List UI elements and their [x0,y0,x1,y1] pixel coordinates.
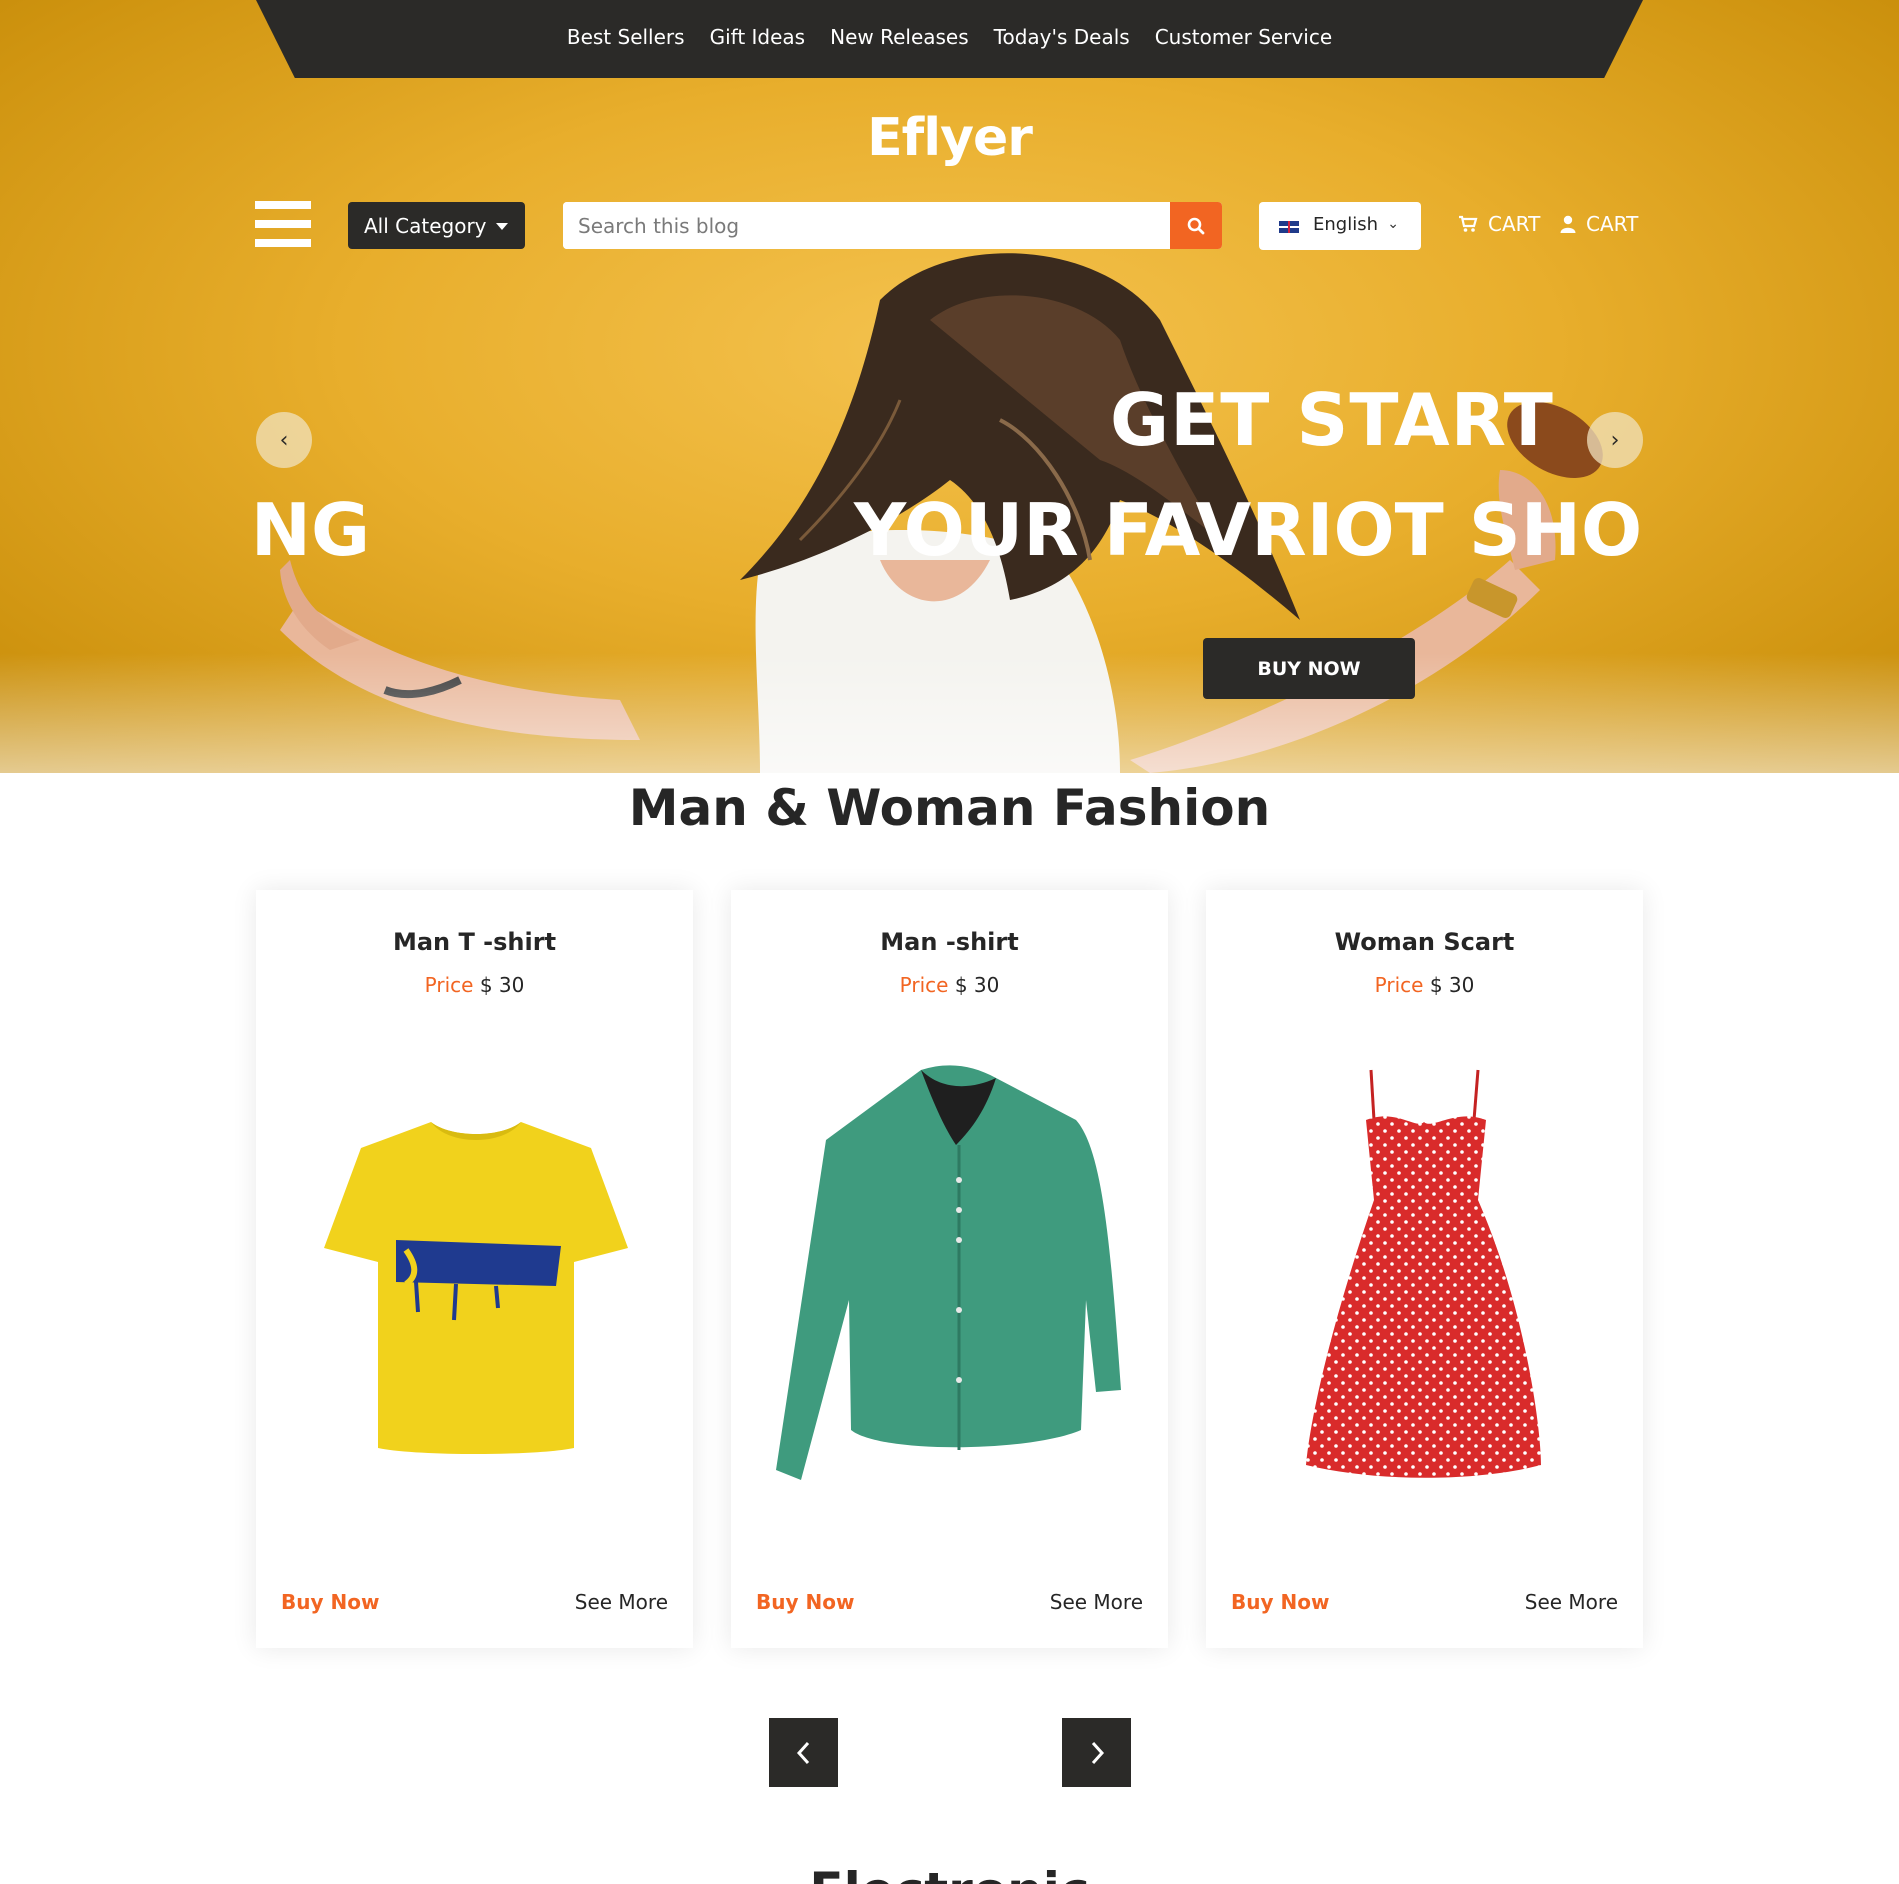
carousel-next-button[interactable] [1062,1718,1131,1787]
product-carousel: Man T -shirt Price $ 30 Buy Now See More… [240,890,1659,1675]
see-more-link[interactable]: See More [1525,1590,1618,1614]
hero-headline-line1: GET START [1110,378,1554,462]
hero-buy-now-button[interactable]: BUY NOW [1203,638,1415,699]
buy-now-link[interactable]: Buy Now [756,1590,854,1614]
hero-headline-line2: ING YOUR FAVRIOT SHOPI [256,488,1643,583]
price-label: Price [1374,973,1424,997]
cart-label: CART [1488,212,1541,236]
slider-prev-button[interactable]: ‹ [256,412,312,468]
account-label: CART [1586,212,1639,236]
price-value: $ 30 [1429,973,1475,997]
yellow-tshirt-image [324,1122,628,1454]
carousel-prev-button[interactable] [769,1718,838,1787]
price-label: Price [424,973,474,997]
search-input[interactable] [563,202,1170,249]
green-shirt-image [776,1065,1121,1480]
slider-next-button[interactable]: › [1587,412,1643,468]
user-icon [1560,215,1576,233]
chevron-right-icon: › [1610,427,1620,453]
cart-link[interactable]: CART [1458,212,1540,236]
search-icon [1187,217,1205,234]
product-price: Price $ 30 [256,973,693,997]
product-name: Man -shirt [880,928,1019,956]
hero-headline-line2-a: ING [256,488,371,572]
see-more-link[interactable]: See More [1050,1590,1143,1614]
uk-flag-icon [1279,221,1299,233]
site-logo[interactable]: Eflyer [0,108,1899,168]
electronic-section-title: Electronic [0,1862,1899,1884]
product-name: Man T -shirt [392,928,557,956]
nav-new-releases[interactable]: New Releases [830,25,969,53]
language-dropdown[interactable]: English ⌄ [1259,202,1421,250]
search-button[interactable] [1170,202,1222,249]
product-card: Man T -shirt Price $ 30 Buy Now See More [256,890,693,1648]
product-name: Woman Scart [1334,928,1515,956]
buy-now-link[interactable]: Buy Now [1231,1590,1329,1614]
price-label: Price [899,973,949,997]
fashion-section-title: Man & Woman Fashion [628,779,1271,837]
top-navigation: Best Sellers Gift Ideas New Releases Tod… [256,0,1643,78]
hero-fade [0,653,1899,773]
nav-gift-ideas[interactable]: Gift Ideas [710,25,806,53]
cart-icon [1459,215,1478,232]
chevron-left-icon [796,1741,809,1764]
hero-banner: Best Sellers Gift Ideas New Releases Tod… [0,0,1899,773]
account-link[interactable]: CART [1560,212,1638,236]
product-card: Woman Scart Price $ 30 Buy Now See More [1206,890,1643,1648]
product-price: Price $ 30 [731,973,1168,997]
buy-now-link[interactable]: Buy Now [281,1590,379,1614]
product-price: Price $ 30 [1206,973,1643,997]
category-dropdown-label: All Category [364,213,487,238]
chevron-right-icon [1091,1741,1104,1764]
product-card: Man -shirt Price $ 30 Buy Now See More [731,890,1168,1648]
search-box [563,202,1222,249]
menu-toggle-icon[interactable] [255,201,311,247]
red-dress-image [1306,1069,1541,1478]
price-value: $ 30 [479,973,525,997]
nav-customer-service[interactable]: Customer Service [1155,25,1332,53]
nav-todays-deals[interactable]: Today's Deals [994,25,1130,53]
caret-down-icon [496,223,508,230]
nav-best-sellers[interactable]: Best Sellers [567,25,685,53]
see-more-link[interactable]: See More [575,1590,668,1614]
hero-headline-line2-b: YOUR FAVRIOT SHOPI [854,488,1643,572]
category-dropdown[interactable]: All Category [348,202,525,249]
price-value: $ 30 [954,973,1000,997]
chevron-down-icon: ⌄ [1387,216,1399,232]
chevron-left-icon: ‹ [279,427,289,453]
language-label: English [1313,214,1378,235]
